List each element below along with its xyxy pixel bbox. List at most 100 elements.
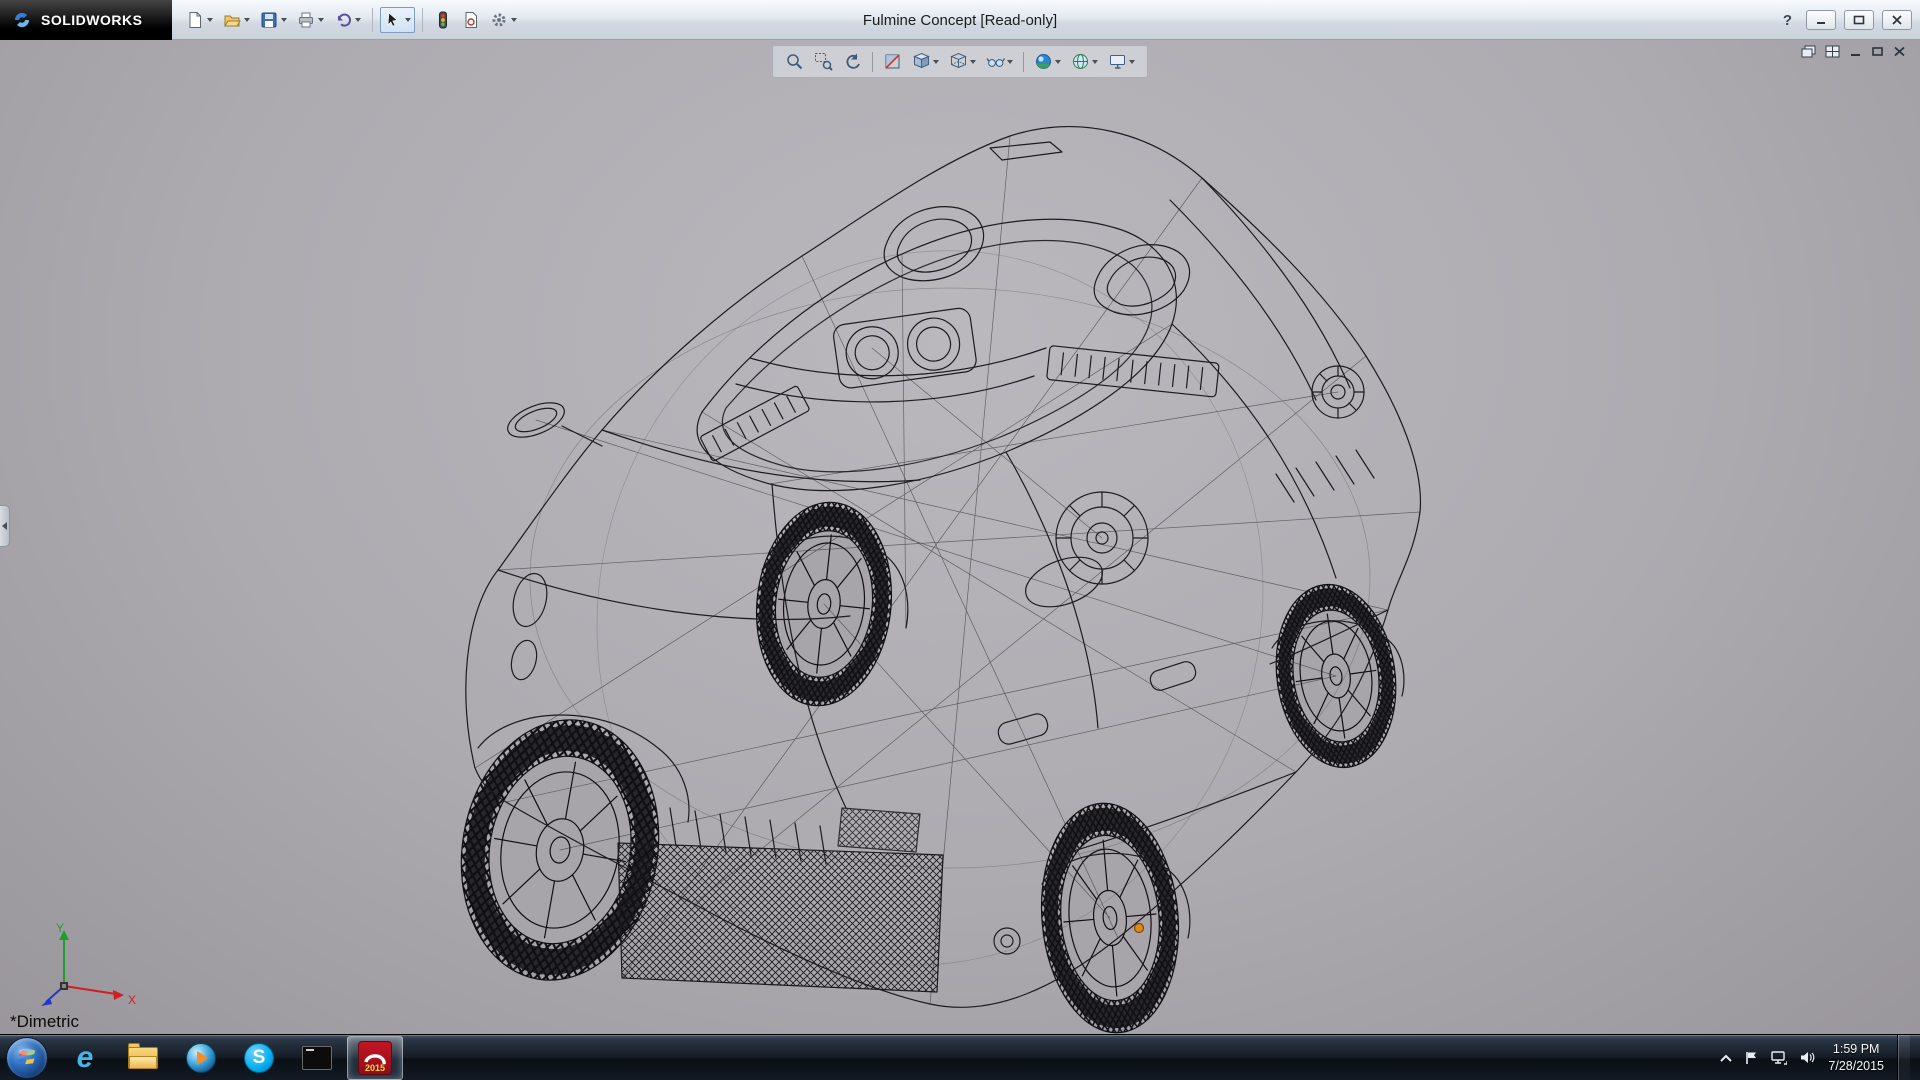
open-button[interactable] xyxy=(219,7,254,33)
previous-view-button[interactable] xyxy=(840,49,865,74)
close-icon xyxy=(1891,15,1903,25)
display-style-wireframe-cube-icon xyxy=(949,52,968,71)
menu-bar: SOLIDWORKS xyxy=(0,0,1920,40)
taskbar-item-skype[interactable]: S xyxy=(231,1036,287,1080)
taskbar-item-windows-explorer[interactable] xyxy=(115,1036,171,1080)
select-tool-button[interactable] xyxy=(380,7,415,33)
seat-headrests xyxy=(884,207,1189,315)
toolbar-separator xyxy=(422,8,423,32)
view-settings-icon xyxy=(1108,52,1127,71)
zoom-to-area-button[interactable] xyxy=(811,49,836,74)
select-cursor-icon xyxy=(384,11,402,29)
windows-taskbar: e S 2015 xyxy=(0,1034,1920,1080)
volume-button[interactable] xyxy=(1800,1051,1815,1064)
solidworks-menu-logo[interactable]: SOLIDWORKS xyxy=(0,0,172,40)
display-style-caret[interactable] xyxy=(970,60,976,64)
display-style-button[interactable] xyxy=(946,49,979,74)
headlight xyxy=(508,570,553,682)
hide-show-items-button[interactable] xyxy=(983,49,1016,74)
restore-document-button[interactable] xyxy=(1871,46,1884,57)
action-center-button[interactable] xyxy=(1745,1051,1758,1065)
network-status-button[interactable] xyxy=(1771,1051,1787,1065)
zoom-to-fit-icon xyxy=(785,52,804,71)
edit-appearance-button[interactable] xyxy=(1031,49,1064,74)
file-properties-icon xyxy=(462,11,480,29)
tile-windows-button[interactable] xyxy=(1825,45,1840,58)
headsup-separator xyxy=(1023,52,1024,72)
close-button[interactable] xyxy=(1882,10,1912,30)
taskbar-item-internet-explorer[interactable]: e xyxy=(57,1036,113,1080)
system-tray: 1:59 PM 7/28/2015 xyxy=(1720,1035,1920,1080)
taskbar-item-command-prompt[interactable] xyxy=(289,1036,345,1080)
zoom-to-fit-button[interactable] xyxy=(782,49,807,74)
wireframe-car-model[interactable] xyxy=(450,108,1430,1038)
options-dropdown-caret[interactable] xyxy=(511,18,517,22)
side-mirror xyxy=(503,396,602,446)
undo-button[interactable] xyxy=(330,7,365,33)
close-doc-icon xyxy=(1893,46,1906,57)
save-button[interactable] xyxy=(256,7,291,33)
hide-show-caret[interactable] xyxy=(1007,60,1013,64)
skype-icon: S xyxy=(244,1043,274,1073)
save-dropdown-caret[interactable] xyxy=(281,18,287,22)
taskbar-item-solidworks[interactable]: 2015 xyxy=(347,1036,403,1080)
minimize-document-button[interactable] xyxy=(1849,46,1862,57)
folder-icon xyxy=(128,1047,158,1069)
rebuild-traffic-light-icon xyxy=(434,11,452,29)
graphics-viewport[interactable]: Y X *Dimetric xyxy=(0,40,1920,1034)
origin-point[interactable] xyxy=(1135,924,1144,933)
view-orientation-caret[interactable] xyxy=(933,60,939,64)
show-hidden-icons-button[interactable] xyxy=(1720,1054,1732,1062)
hide-show-glasses-icon xyxy=(986,52,1005,71)
options-button[interactable] xyxy=(486,7,521,33)
apply-scene-button[interactable] xyxy=(1068,49,1101,74)
file-properties-button[interactable] xyxy=(458,7,484,33)
view-orientation-button[interactable] xyxy=(909,49,942,74)
tile-icon xyxy=(1825,45,1840,58)
internet-explorer-icon: e xyxy=(77,1043,94,1073)
minimize-button[interactable] xyxy=(1806,10,1836,30)
undo-dropdown-caret[interactable] xyxy=(355,18,361,22)
cascade-windows-button[interactable] xyxy=(1801,45,1816,58)
view-settings-caret[interactable] xyxy=(1129,60,1135,64)
help-button[interactable]: ? xyxy=(1777,12,1798,29)
taskbar-clock[interactable]: 1:59 PM 7/28/2015 xyxy=(1828,1041,1884,1074)
speaker-icon xyxy=(1800,1051,1815,1064)
clock-time: 1:59 PM xyxy=(1828,1041,1884,1057)
rebuild-button[interactable] xyxy=(430,7,456,33)
previous-view-icon xyxy=(843,52,862,71)
toolbar-separator xyxy=(372,8,373,32)
maximize-icon xyxy=(1853,15,1865,25)
media-player-icon xyxy=(186,1043,216,1073)
save-floppy-icon xyxy=(260,11,278,29)
side-badge xyxy=(700,385,810,461)
section-view-button[interactable] xyxy=(880,49,905,74)
print-button[interactable] xyxy=(293,7,328,33)
clock-date: 7/28/2015 xyxy=(1828,1058,1884,1074)
section-view-icon xyxy=(883,52,902,71)
restore-doc-icon xyxy=(1871,46,1884,57)
headsup-separator xyxy=(872,52,873,72)
view-orientation-label: *Dimetric xyxy=(10,1012,79,1032)
open-folder-icon xyxy=(223,11,241,29)
edit-appearance-caret[interactable] xyxy=(1055,60,1061,64)
undo-arrow-icon xyxy=(334,11,352,29)
show-desktop-button[interactable] xyxy=(1897,1035,1910,1080)
new-document-dropdown-caret[interactable] xyxy=(207,18,213,22)
cockpit-opening xyxy=(697,219,1176,490)
feature-tree-panel-handle[interactable] xyxy=(0,505,10,547)
taskbar-item-media-player[interactable] xyxy=(173,1036,229,1080)
command-prompt-icon xyxy=(302,1046,332,1070)
select-dropdown-caret[interactable] xyxy=(405,18,411,22)
apply-scene-globe-icon xyxy=(1071,52,1090,71)
reference-triad: Y X xyxy=(30,920,142,1016)
new-document-button[interactable] xyxy=(182,7,217,33)
start-button[interactable] xyxy=(6,1037,48,1079)
close-document-button[interactable] xyxy=(1893,46,1906,57)
apply-scene-caret[interactable] xyxy=(1092,60,1098,64)
side-vent-slats xyxy=(1276,450,1374,502)
print-dropdown-caret[interactable] xyxy=(318,18,324,22)
maximize-button[interactable] xyxy=(1844,10,1874,30)
open-dropdown-caret[interactable] xyxy=(244,18,250,22)
view-settings-button[interactable] xyxy=(1105,49,1138,74)
